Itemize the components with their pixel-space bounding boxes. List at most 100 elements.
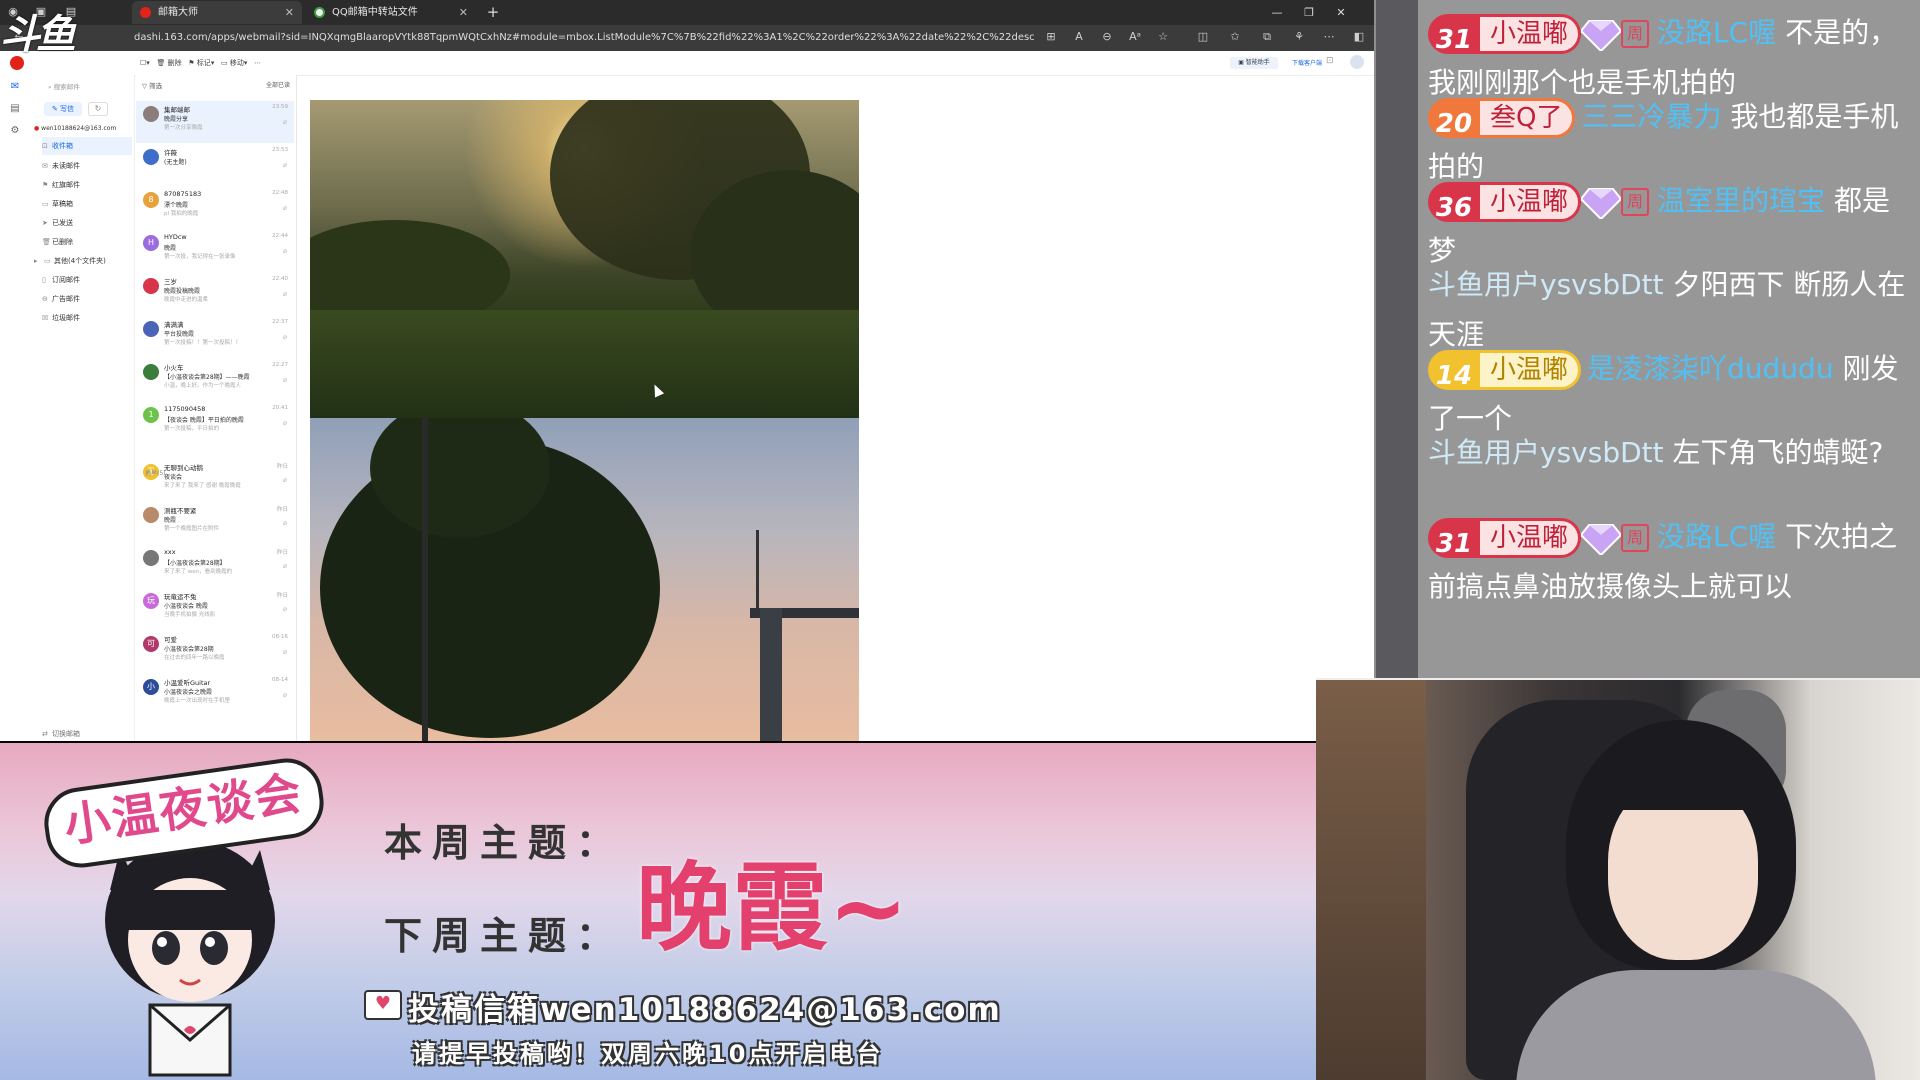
message-preview: 第一次分享晚霞 bbox=[164, 125, 203, 131]
folder-drafts[interactable]: ▭ 草稿箱 bbox=[42, 195, 132, 213]
fan-badge[interactable]: 14 小温嘟 bbox=[1428, 350, 1582, 391]
message-subject: 晚霞 bbox=[164, 517, 177, 524]
folder-inbox[interactable]: ⊡ 收件箱 bbox=[42, 137, 132, 155]
message-row[interactable]: 小火车 【小温夜谈会第28期】——晚霞 小温，晚上好。作为一个晚霞人 22:27 ⌀ bbox=[136, 359, 294, 401]
restore-icon[interactable]: ❐ bbox=[1294, 0, 1324, 25]
receive-mail-button[interactable]: ↻ bbox=[88, 102, 108, 116]
folder-spam[interactable]: ☒ 垃圾邮件 bbox=[42, 309, 132, 327]
chat-username[interactable]: 三三冷暴力 bbox=[1581, 100, 1721, 133]
shelf-figures bbox=[1316, 680, 1426, 1080]
fan-badge-name: 小温嘟 bbox=[1480, 17, 1579, 51]
folder-ads[interactable]: ⊖ 广告邮件 bbox=[42, 290, 132, 308]
attachment-photo-sunset-park[interactable] bbox=[310, 100, 859, 418]
read-aloud-icon[interactable]: A bbox=[1072, 30, 1086, 44]
folder-label: 草稿箱 bbox=[52, 200, 73, 208]
tab-mail-master[interactable]: 邮箱大师 ✕ bbox=[132, 1, 302, 24]
mark-button[interactable]: ⚑ 标记▾ bbox=[188, 59, 214, 67]
message-row[interactable]: 无无聊到心动鹅 夜谈会 来了来了 我来了 感谢 晚霞晚霞 昨日 ⌀ bbox=[136, 459, 294, 501]
chat-username[interactable]: 没路LC喔 bbox=[1657, 520, 1776, 553]
message-row[interactable]: 8 870875183 漂个晚霞 pl 我拍的晚霞 22:48 ⌀ bbox=[136, 187, 294, 229]
message-row[interactable]: 集邮端邮 晚霞分享 第一次分享晚霞 23:59 ⌀ bbox=[136, 101, 294, 143]
collections-icon[interactable]: ⧉ bbox=[1260, 30, 1274, 44]
delete-button[interactable]: 🗑 删除 bbox=[156, 59, 181, 67]
close-window-icon[interactable]: ✕ bbox=[1326, 0, 1356, 25]
folder-unread[interactable]: ✉ 未读邮件 bbox=[42, 157, 132, 175]
submission-email: 投稿信箱wen10188624@163.com bbox=[362, 984, 1002, 1029]
message-row[interactable]: 玩玩竜运不兔 小温夜谈会 晚霞 当晚手机拍摄 光线影 昨日 ⌀ bbox=[136, 588, 294, 630]
folder-icon: ▭ bbox=[44, 257, 51, 265]
chat-username[interactable]: 温室里的瑄宝 bbox=[1657, 184, 1825, 217]
download-client-link[interactable]: 下载客户端 bbox=[1292, 58, 1322, 67]
attachment-photo-sunset-tree[interactable] bbox=[310, 418, 859, 743]
message-row[interactable]: H HYDcw 晚霞 第一次投，我记得在一张录像 22:44 ⌀ bbox=[136, 230, 294, 272]
message-row[interactable]: xxx 【小温夜谈会第28期】 来了来了 wen，看到晚霞的 昨日 ⌀ bbox=[136, 545, 294, 587]
sender-avatar bbox=[143, 321, 159, 337]
contacts-icon[interactable]: ▤ bbox=[9, 103, 21, 115]
favorites-icon[interactable]: ✩ bbox=[1228, 30, 1242, 44]
chat-username[interactable]: 没路LC喔 bbox=[1657, 16, 1776, 49]
fan-level: 14 bbox=[1435, 361, 1473, 391]
chat-divider bbox=[1376, 0, 1418, 680]
fan-badge[interactable]: 20 叁Q了 bbox=[1428, 98, 1576, 139]
folder-deleted[interactable]: 🗑已删除 bbox=[42, 233, 132, 251]
sidebar-toggle-icon[interactable]: ◧ bbox=[1352, 30, 1366, 44]
folder-sent[interactable]: ➤ 已发送 bbox=[42, 214, 132, 232]
new-tab-icon[interactable]: + bbox=[478, 0, 508, 25]
message-row[interactable]: 小小温爱听Guitar 小温夜谈会之晚霞 晚霞上一次出现时在手机里 08-14 ⌀ bbox=[136, 674, 294, 716]
chat-username[interactable]: 斗鱼用户ysvsbDtt bbox=[1428, 436, 1664, 469]
sender-avatar: 小 bbox=[143, 679, 159, 695]
search-input[interactable]: ⌕ 搜索邮件 bbox=[48, 81, 116, 93]
gear-icon[interactable]: ⚙ bbox=[9, 125, 21, 137]
fan-badge-name: 叁Q了 bbox=[1480, 101, 1573, 135]
filter-button[interactable]: ▽ 筛选 bbox=[142, 80, 162, 90]
text-icon[interactable]: Aᵃ bbox=[1128, 30, 1142, 44]
mark-all-read-button[interactable]: 全部已读 bbox=[266, 80, 290, 89]
message-preview: 晚霞上一次出现时在手机里 bbox=[164, 698, 231, 704]
minimize-icon[interactable]: — bbox=[1262, 0, 1292, 25]
message-time: 昨日 bbox=[276, 507, 288, 513]
more-actions-button[interactable]: ⋯ bbox=[254, 59, 261, 67]
chat-username[interactable]: 是凌漆柒吖dududu bbox=[1587, 352, 1834, 385]
zoom-icon[interactable]: ⊖ bbox=[1100, 30, 1114, 44]
account-label[interactable]: ● wen10188624@163.com bbox=[34, 125, 116, 132]
folder-subscriptions[interactable]: ▯ 订阅邮件 bbox=[42, 271, 132, 289]
compose-button[interactable]: ✎ 写信 bbox=[44, 102, 82, 116]
tab-qq-transfer[interactable]: QQ邮箱中转站文件 ✕ bbox=[306, 1, 476, 24]
address-bar: ← dashi.163.com/apps/webmail?sid=INQXqmg… bbox=[0, 25, 1374, 51]
message-row[interactable]: 三岁 晚霞投稿晚霞 晚霞中走进的温柔 22:40 ⌀ bbox=[136, 273, 294, 315]
settings-icon[interactable]: ⊡ bbox=[1326, 56, 1338, 68]
message-row[interactable]: 可可爱 小温夜谈会第28期 在过去的四年一路以晚霞 08-16 ⌀ bbox=[136, 631, 294, 673]
favorite-star-icon[interactable]: ☆ bbox=[1156, 30, 1170, 44]
close-tab-icon[interactable]: ✕ bbox=[459, 1, 468, 24]
draft-icon: ▭ bbox=[42, 200, 49, 208]
fan-badge[interactable]: 31 小温嘟 bbox=[1428, 518, 1582, 559]
select-all-checkbox[interactable]: ☐▾ bbox=[140, 59, 150, 67]
app-available-icon[interactable]: ⊞ bbox=[1044, 30, 1058, 44]
split-screen-icon[interactable]: ◫ bbox=[1196, 30, 1210, 44]
avatar[interactable] bbox=[1350, 55, 1364, 69]
move-button[interactable]: ▭ 移动▾ bbox=[221, 59, 247, 67]
message-row[interactable]: 许薇 (无主题) 23:53 ⌀ bbox=[136, 144, 294, 186]
folder-label: 收件箱 bbox=[52, 142, 73, 150]
url-field[interactable]: dashi.163.com/apps/webmail?sid=INQXqmgBl… bbox=[134, 29, 1034, 47]
fan-badge[interactable]: 31 小温嘟 bbox=[1428, 14, 1582, 55]
folder-other[interactable]: ▸ ▭ 其他(4个文件夹) bbox=[34, 252, 124, 270]
mail-master-favicon-icon bbox=[140, 7, 151, 18]
attachment-icon: ⌀ bbox=[282, 476, 287, 484]
close-tab-icon[interactable]: ✕ bbox=[285, 1, 294, 24]
message-preview: 晚霞中走进的温柔 bbox=[164, 297, 209, 303]
fan-badge[interactable]: 36 小温嘟 bbox=[1428, 182, 1582, 223]
message-row[interactable]: 满满满 平台投晚霞 第一次投稿！！第一次投稿！！ 22:37 ⌀ bbox=[136, 316, 294, 358]
inbox-icon: ⊡ bbox=[42, 142, 48, 150]
message-row[interactable]: 测瓶不要紧 晚霞 第一个晚霞图片在附件 昨日 ⌀ bbox=[136, 502, 294, 544]
mail-icon[interactable]: ✉ bbox=[9, 81, 21, 93]
chat-username[interactable]: 斗鱼用户ysvsbDtt bbox=[1428, 268, 1664, 301]
message-preview: 来了来了 我来了 感谢 晚霞晚霞 bbox=[164, 483, 241, 489]
folder-flagged[interactable]: ⚑ 红旗邮件 bbox=[42, 176, 132, 194]
message-row[interactable]: 1 1175090458 【夜谈会 晚霞】平日拍的晚霞 第一次投稿，平日拍的 20:41… bbox=[136, 402, 294, 444]
sender-name: 测瓶不要紧 bbox=[164, 507, 197, 515]
sender-name: 可爱 bbox=[164, 636, 177, 644]
more-menu-icon[interactable]: ⋯ bbox=[1322, 30, 1336, 44]
smart-assistant-button[interactable]: ▣ 智能助手 bbox=[1230, 57, 1278, 69]
extension-icon[interactable]: ⚘ bbox=[1292, 30, 1306, 44]
